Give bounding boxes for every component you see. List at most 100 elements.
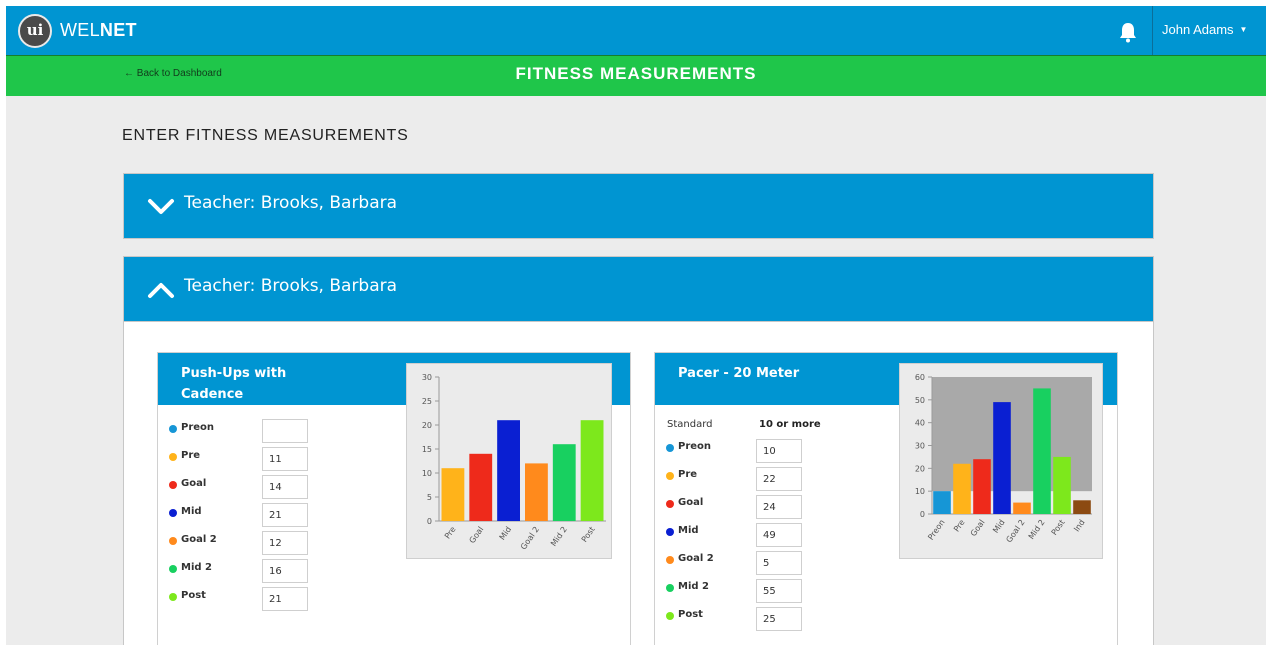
row-label: Pre (678, 469, 698, 480)
chevron-up-icon (148, 283, 174, 298)
teacher-panel-header-collapsed[interactable]: Teacher: Brooks, Barbara (123, 173, 1154, 239)
legend-dot (169, 425, 177, 433)
pacer-card: Pacer - 20 Meter Standard 10 or more Pre… (654, 352, 1118, 645)
y-tick-label: 50 (915, 396, 925, 405)
legend-dot (666, 556, 674, 564)
preon-input[interactable]: 10 (756, 439, 802, 463)
row-label: Pre (181, 450, 201, 461)
row-label: Mid (678, 525, 699, 536)
legend-dot (666, 612, 674, 620)
standard-label: Standard (667, 419, 713, 430)
goal-2-input[interactable]: 12 (262, 531, 308, 555)
bar-ind (1073, 500, 1091, 514)
mid-input[interactable]: 21 (262, 503, 308, 527)
post-input[interactable]: 21 (262, 587, 308, 611)
section-heading: ENTER FITNESS MEASUREMENTS (122, 127, 409, 144)
y-tick-label: 0 (920, 510, 925, 519)
row-label: Goal 2 (181, 534, 217, 545)
pre-input[interactable]: 11 (262, 447, 308, 471)
bar-goal (469, 453, 493, 521)
pacer-chart: 0 10 20 30 40 50 60 Preon Pre Goal Mid Goal 2 Mid 2P… (899, 363, 1103, 559)
bar-pre (441, 468, 465, 521)
brand-name-left: WEL (60, 20, 100, 40)
logo-icon: ui (18, 14, 52, 48)
x-tick-label: Post (580, 525, 597, 544)
legend-dot (666, 528, 674, 536)
y-tick-label: 60 (915, 373, 925, 382)
legend-dot (169, 593, 177, 601)
card-title-line: Pacer - 20 Meter (678, 366, 800, 381)
page-header-bar: ← Back to Dashboard FITNESS MEASUREMENTS (6, 55, 1266, 96)
bar-goal (973, 459, 991, 514)
x-tick-label: Pre (952, 518, 967, 534)
card-title-line: Push-Ups with (181, 366, 287, 381)
x-tick-label: Mid (498, 525, 514, 542)
bar-goal-2 (1013, 502, 1031, 514)
x-tick-label: Mid 2 (549, 525, 569, 548)
card-title-line: Cadence (181, 387, 244, 402)
pushups-bar-chart: 0 5 10 15 20 25 30 Pre Goal Mid Goal 2 Mid 2 Post (422, 373, 606, 551)
x-tick-label: Goal 2 (1004, 518, 1026, 544)
mid-2-input[interactable]: 55 (756, 579, 802, 603)
legend-dot (169, 537, 177, 545)
y-tick-label: 0 (427, 517, 432, 526)
pacer-bar-chart: 0 10 20 30 40 50 60 Preon Pre Goal MidGoal 2 Mid 2P… (915, 373, 1092, 544)
y-tick-label: 5 (427, 493, 432, 502)
teacher-panel-title: Teacher: Brooks, Barbara (184, 193, 398, 213)
mid-2-input[interactable]: 16 (262, 559, 308, 583)
bar-post (1053, 456, 1071, 514)
mid-input[interactable]: 49 (756, 523, 802, 547)
legend-dot (169, 565, 177, 573)
bar-pre (953, 463, 971, 514)
app-window: ui WELNET John Adams ▼ ← Back to Dashboar… (6, 6, 1266, 645)
bar-goal-2 (525, 463, 548, 521)
legend-dot (666, 444, 674, 452)
y-tick-label: 30 (422, 373, 432, 382)
goal-input[interactable]: 24 (756, 495, 802, 519)
x-tick-label: Post (1050, 518, 1067, 537)
goal-input[interactable]: 14 (262, 475, 308, 499)
x-tick-label: Pre (443, 525, 458, 541)
pushups-chart: 0 5 10 15 20 25 30 Pre Goal Mid Goal 2 Mid 2 Post (406, 363, 612, 559)
row-label: Preon (678, 441, 712, 452)
x-tick-label: Goal (468, 525, 486, 545)
bar-mid-2 (552, 444, 576, 521)
pre-input[interactable]: 22 (756, 467, 802, 491)
user-menu-button[interactable]: John Adams ▼ (1162, 22, 1247, 37)
top-navigation-bar: ui WELNET John Adams ▼ (6, 6, 1266, 55)
goal-2-input[interactable]: 5 (756, 551, 802, 575)
row-label: Mid 2 (181, 562, 212, 573)
chevron-down-icon (148, 199, 174, 214)
row-label: Goal (181, 478, 207, 489)
brand-logo[interactable]: WELNET (60, 20, 137, 41)
caret-down-icon: ▼ (1239, 25, 1248, 34)
standard-value: 10 or more (759, 419, 821, 430)
x-tick-label: Mid (991, 518, 1007, 535)
y-tick-label: 15 (422, 445, 432, 454)
row-label: Mid 2 (678, 581, 709, 592)
notification-bell-icon[interactable] (1118, 21, 1138, 43)
y-tick-label: 20 (422, 421, 432, 430)
bar-mid-2 (1033, 388, 1051, 514)
post-input[interactable]: 25 (756, 607, 802, 631)
bar-preon (933, 491, 951, 514)
y-tick-label: 20 (915, 464, 925, 473)
row-label: Preon (181, 422, 215, 433)
user-name: John Adams (1162, 22, 1234, 37)
teacher-panel-header-expanded[interactable]: Teacher: Brooks, Barbara (123, 256, 1154, 322)
card-title: Pacer - 20 Meter (678, 363, 799, 384)
legend-dot (169, 509, 177, 517)
y-tick-label: 10 (422, 469, 432, 478)
preon-input[interactable] (262, 419, 308, 443)
x-tick-label: Mid 2 (1027, 518, 1047, 541)
legend-dot (666, 500, 674, 508)
legend-dot (666, 584, 674, 592)
x-tick-label: Preon (926, 518, 946, 542)
row-label: Goal 2 (678, 553, 714, 564)
y-tick-label: 30 (915, 442, 925, 451)
legend-dot (169, 453, 177, 461)
teacher-panel-title: Teacher: Brooks, Barbara (184, 276, 398, 296)
card-title: Push-Ups with Cadence (181, 363, 286, 405)
row-label: Post (678, 609, 703, 620)
x-tick-label: Goal (969, 518, 987, 538)
